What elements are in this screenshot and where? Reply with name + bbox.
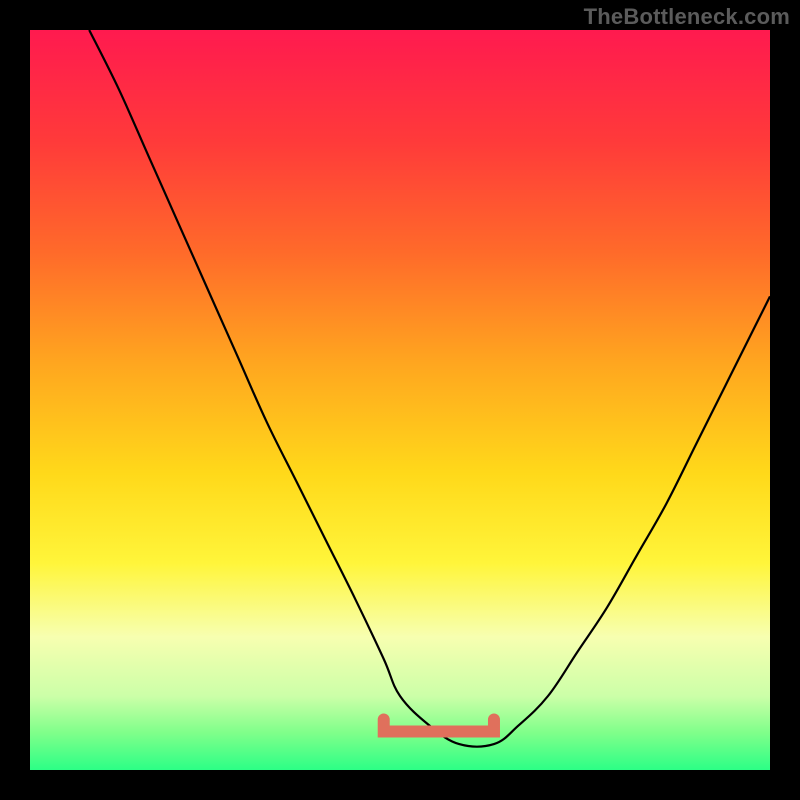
attribution-text: TheBottleneck.com: [584, 4, 790, 30]
chart-svg: [30, 30, 770, 770]
chart-plot-area: [30, 30, 770, 770]
chart-frame: TheBottleneck.com: [0, 0, 800, 800]
